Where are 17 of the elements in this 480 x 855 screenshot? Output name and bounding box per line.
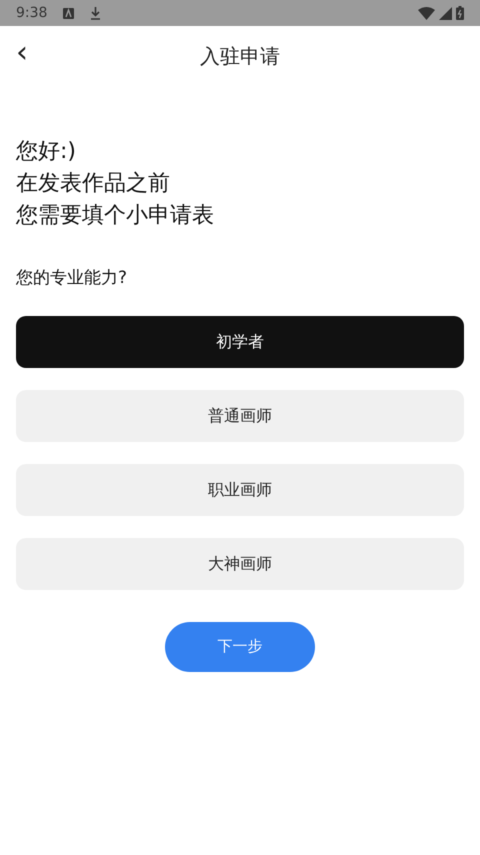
battery-icon xyxy=(456,6,464,20)
status-time: 9:38 xyxy=(16,4,48,22)
greeting-line: 您好:) xyxy=(16,138,77,166)
greeting-line: 您需要填个小申请表 xyxy=(16,202,215,230)
question-label: 您的专业能力? xyxy=(15,267,128,290)
back-button[interactable]: ‹ xyxy=(10,38,34,68)
skill-option[interactable]: 职业画师 xyxy=(16,464,464,516)
skill-option[interactable]: 初学者 xyxy=(16,316,464,368)
notification-icon xyxy=(63,8,74,18)
next-button[interactable]: 下一步 xyxy=(165,622,315,672)
page-title: 入驻申请 xyxy=(200,43,280,70)
skill-option[interactable]: 大神画师 xyxy=(16,538,464,590)
skill-option[interactable]: 普通画师 xyxy=(16,390,464,442)
greeting-line: 在发表作品之前 xyxy=(16,170,171,198)
wifi-icon xyxy=(418,6,435,20)
signal-icon xyxy=(439,6,452,20)
download-icon xyxy=(90,6,102,20)
